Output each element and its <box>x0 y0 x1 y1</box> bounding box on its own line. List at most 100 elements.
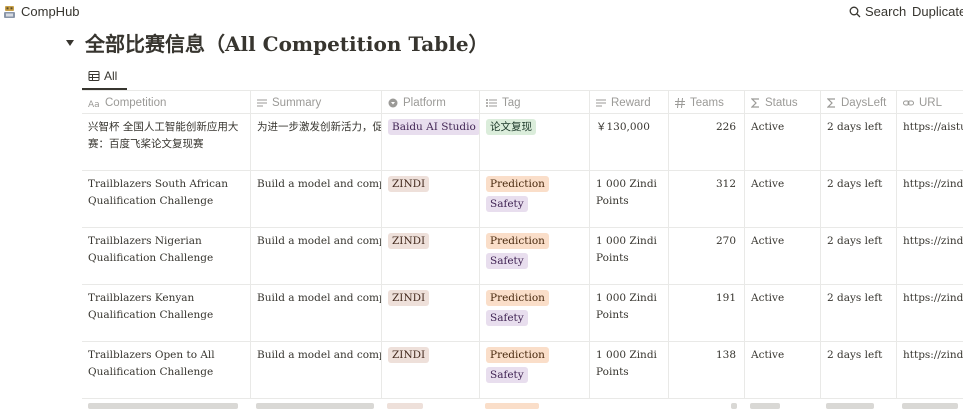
url-cell[interactable]: https://zindi.af <box>896 171 963 228</box>
table-icon <box>88 71 100 81</box>
column-header-status[interactable]: Status <box>744 91 820 115</box>
text-lines-icon <box>257 99 267 107</box>
duplicate-button[interactable]: Duplicate <box>912 4 963 19</box>
platform-tag: ZINDI <box>388 233 430 249</box>
page-title: 全部比赛信息（All Competition Table） <box>85 32 489 56</box>
row-text-fragment <box>826 403 874 409</box>
teams-cell[interactable]: 270 <box>668 228 744 285</box>
status-cell[interactable]: Active <box>744 285 820 342</box>
search-label: Search <box>865 4 907 19</box>
tag-chip: Safety <box>486 367 528 383</box>
tag-cell[interactable]: Prediction Safety <box>479 285 589 342</box>
search-button[interactable]: Search <box>849 4 906 19</box>
platform-tag-fragment <box>387 403 423 409</box>
column-header-summary[interactable]: Summary <box>250 91 381 115</box>
teams-cell[interactable]: 226 <box>668 114 744 171</box>
tag-chip: 论文复现 <box>486 119 536 135</box>
platform-cell[interactable]: ZINDI <box>381 228 479 285</box>
text-lines-icon <box>596 99 606 107</box>
formula-sigma-icon <box>827 98 835 108</box>
teams-cell[interactable]: 191 <box>668 285 744 342</box>
row-text-fragment <box>731 403 737 409</box>
tag-chip: Safety <box>486 196 528 212</box>
row-text-fragment <box>750 403 780 409</box>
page-heading: 全部比赛信息（All Competition Table） <box>64 28 489 57</box>
table-row[interactable]: Trailblazers Open to All Qualification C… <box>82 342 963 399</box>
tag-chip: Prediction <box>486 290 549 306</box>
competition-cell[interactable]: Trailblazers Nigerian Qualification Chal… <box>82 228 250 285</box>
reward-cell[interactable]: 1 000 Zindi Points <box>589 342 668 399</box>
summary-cell[interactable]: Build a model and complete <box>250 171 381 228</box>
daysleft-cell[interactable]: 2 days left <box>820 342 896 399</box>
url-cell[interactable]: https://zindi.af <box>896 285 963 342</box>
reward-cell[interactable]: 1 000 Zindi Points <box>589 285 668 342</box>
tag-chip: Prediction <box>486 347 549 363</box>
platform-tag: Baidu AI Studio <box>388 119 479 135</box>
view-tab-all[interactable]: All <box>82 62 123 90</box>
platform-cell[interactable]: ZINDI <box>381 171 479 228</box>
url-cell[interactable]: https://aistudio <box>896 114 963 171</box>
daysleft-cell[interactable]: 2 days left <box>820 285 896 342</box>
tag-cell[interactable]: 论文复现 <box>479 114 589 171</box>
tag-chip-fragment <box>485 403 539 409</box>
row-text-fragment <box>256 403 374 409</box>
view-tab-label: All <box>104 69 118 83</box>
reward-cell[interactable]: 1 000 Zindi Points <box>589 228 668 285</box>
column-header-tag[interactable]: Tag <box>479 91 589 115</box>
status-cell[interactable]: Active <box>744 114 820 171</box>
comphub-logo-icon <box>4 6 15 18</box>
reward-cell[interactable]: ￥130,000 <box>589 114 668 171</box>
url-cell[interactable]: https://zindi.af <box>896 228 963 285</box>
table-header-row: Aa Competition Summary Platform Tag Rewa… <box>82 90 963 115</box>
tag-chip: Prediction <box>486 233 549 249</box>
table-row[interactable]: Trailblazers Kenyan Qualification Challe… <box>82 285 963 342</box>
platform-cell[interactable]: ZINDI <box>381 342 479 399</box>
column-header-platform[interactable]: Platform <box>381 91 479 115</box>
status-cell[interactable]: Active <box>744 171 820 228</box>
competition-cell[interactable]: 兴智杯 全国人工智能创新应用大赛：百度飞桨论文复现赛 <box>82 114 250 171</box>
competition-cell[interactable]: Trailblazers Kenyan Qualification Challe… <box>82 285 250 342</box>
table-row[interactable]: Trailblazers South African Qualification… <box>82 171 963 228</box>
platform-tag: ZINDI <box>388 176 430 192</box>
multiselect-list-icon <box>486 99 497 107</box>
competition-cell[interactable]: Trailblazers South African Qualification… <box>82 171 250 228</box>
tag-cell[interactable]: Prediction Safety <box>479 228 589 285</box>
app-title[interactable]: CompHub <box>21 4 80 19</box>
summary-cell[interactable]: Build a model and complete <box>250 228 381 285</box>
number-hash-icon <box>675 98 685 108</box>
teams-cell[interactable]: 312 <box>668 171 744 228</box>
daysleft-cell[interactable]: 2 days left <box>820 228 896 285</box>
tag-chip: Safety <box>486 310 528 326</box>
platform-tag: ZINDI <box>388 347 430 363</box>
status-cell[interactable]: Active <box>744 342 820 399</box>
platform-cell[interactable]: Baidu AI Studio <box>381 114 479 171</box>
platform-cell[interactable]: ZINDI <box>381 285 479 342</box>
svg-text:Aa: Aa <box>88 100 100 108</box>
competition-cell[interactable]: Trailblazers Open to All Qualification C… <box>82 342 250 399</box>
status-cell[interactable]: Active <box>744 228 820 285</box>
summary-cell[interactable]: 为进一步激发创新活力，促 <box>250 114 381 171</box>
formula-sigma-icon <box>751 98 759 108</box>
table-row[interactable]: Trailblazers Nigerian Qualification Chal… <box>82 228 963 285</box>
column-header-reward[interactable]: Reward <box>589 91 668 115</box>
column-header-url[interactable]: URL <box>896 91 963 115</box>
select-circle-icon <box>388 98 398 108</box>
table-row[interactable]: 兴智杯 全国人工智能创新应用大赛：百度飞桨论文复现赛 为进一步激发创新活力，促 … <box>82 114 963 171</box>
top-bar: CompHub Search Duplicate <box>0 0 963 24</box>
reward-cell[interactable]: 1 000 Zindi Points <box>589 171 668 228</box>
column-header-daysleft[interactable]: DaysLeft <box>820 91 896 115</box>
column-header-teams[interactable]: Teams <box>668 91 744 115</box>
competition-table: Aa Competition Summary Platform Tag Rewa… <box>82 90 963 409</box>
summary-cell[interactable]: Build a model and complete <box>250 342 381 399</box>
tag-cell[interactable]: Prediction Safety <box>479 342 589 399</box>
teams-cell[interactable]: 138 <box>668 342 744 399</box>
daysleft-cell[interactable]: 2 days left <box>820 171 896 228</box>
toggle-triangle-icon[interactable] <box>64 37 76 49</box>
daysleft-cell[interactable]: 2 days left <box>820 114 896 171</box>
table-row-partial[interactable] <box>82 399 963 409</box>
platform-tag: ZINDI <box>388 290 430 306</box>
url-cell[interactable]: https://zindi.af <box>896 342 963 399</box>
summary-cell[interactable]: Build a model and complete <box>250 285 381 342</box>
column-header-competition[interactable]: Aa Competition <box>82 91 250 115</box>
tag-cell[interactable]: Prediction Safety <box>479 171 589 228</box>
